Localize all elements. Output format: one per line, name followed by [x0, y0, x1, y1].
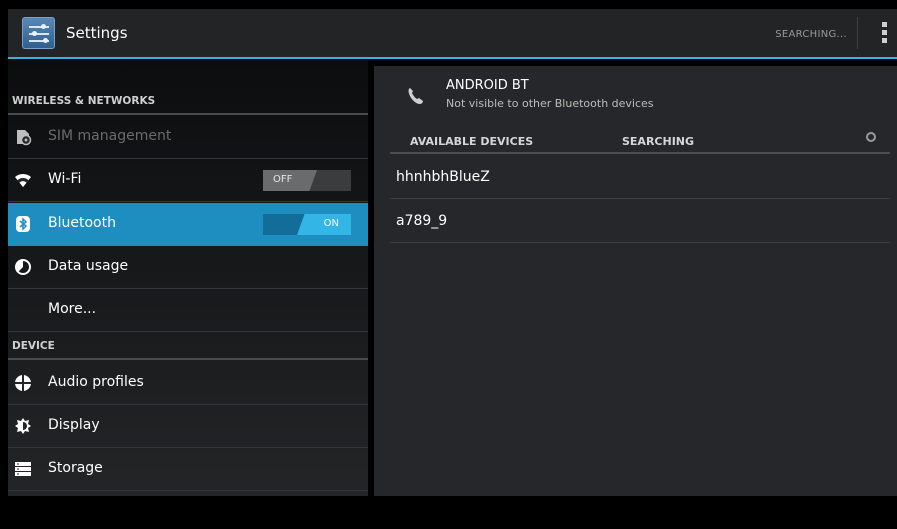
storage-icon: [15, 462, 31, 476]
wifi-icon: [15, 173, 31, 187]
available-device-name: hhnhbhBlueZ: [396, 169, 490, 185]
searching-label: SEARCHING: [622, 135, 695, 148]
bluetooth-icon: [16, 216, 30, 232]
bluetooth-visibility-status: Not visible to other Bluetooth devices: [446, 97, 654, 110]
sidebar-item-label: Display: [48, 417, 100, 433]
section-header-label: DEVICE: [12, 340, 55, 352]
sim-management-icon: [17, 130, 32, 146]
section-header-label: WIRELESS & NETWORKS: [12, 95, 156, 107]
settings-sliders-icon[interactable]: [22, 17, 55, 49]
available-device-item[interactable]: hhnhbhBlueZ: [390, 156, 890, 199]
data-usage-icon: [15, 259, 31, 275]
searching-status: SEARCHING...: [775, 29, 847, 40]
action-bar-divider: [857, 17, 858, 49]
sidebar-item-label: Storage: [48, 460, 103, 476]
sidebar-item-data-usage[interactable]: Data usage: [8, 246, 368, 289]
section-header-wireless: WIRELESS & NETWORKS: [8, 87, 368, 115]
bluetooth-panel: ANDROID BT Not visible to other Bluetoot…: [374, 66, 897, 496]
audio-profiles-icon: [15, 375, 31, 391]
sidebar-item-label: Bluetooth: [48, 215, 116, 231]
searching-progress-icon: [866, 132, 876, 142]
sidebar-item-label: SIM management: [48, 128, 172, 144]
available-device-name: a789_9: [396, 213, 448, 229]
sidebar-item-label: More...: [48, 301, 97, 317]
overflow-menu-icon[interactable]: [882, 22, 888, 44]
available-devices-label: AVAILABLE DEVICES: [410, 135, 534, 148]
sidebar-item-label: Audio profiles: [48, 374, 144, 390]
sidebar-item-more[interactable]: More...: [8, 289, 368, 332]
wifi-toggle[interactable]: OFF: [263, 170, 351, 191]
app-title[interactable]: Settings: [66, 24, 128, 42]
toggle-state-label: OFF: [263, 170, 317, 191]
bluetooth-device-name[interactable]: ANDROID BT: [446, 78, 529, 93]
display-icon: [15, 418, 31, 434]
settings-list: WIRELESS & NETWORKS SIM management Wi-Fi…: [8, 60, 368, 496]
action-bar-accent-line: [8, 57, 897, 59]
sidebar-item-display[interactable]: Display: [8, 405, 368, 448]
sidebar-item-sim-management: SIM management: [8, 116, 368, 159]
sidebar-item-storage[interactable]: Storage: [8, 448, 368, 491]
available-device-item[interactable]: a789_9: [390, 200, 890, 243]
action-bar: Settings SEARCHING...: [8, 9, 897, 57]
phone-icon: [408, 88, 423, 104]
sidebar-item-audio-profiles[interactable]: Audio profiles: [8, 362, 368, 405]
sidebar-item-wifi[interactable]: Wi-Fi OFF: [8, 159, 368, 202]
bluetooth-toggle[interactable]: ON: [263, 214, 351, 235]
available-devices-header: AVAILABLE DEVICES SEARCHING: [390, 130, 890, 154]
sidebar-item-label: Data usage: [48, 258, 129, 274]
section-header-device: DEVICE: [8, 332, 368, 360]
sidebar-item-label: Wi-Fi: [48, 171, 82, 187]
sidebar-item-bluetooth[interactable]: Bluetooth ON: [8, 203, 368, 246]
toggle-state-label: ON: [297, 214, 351, 235]
